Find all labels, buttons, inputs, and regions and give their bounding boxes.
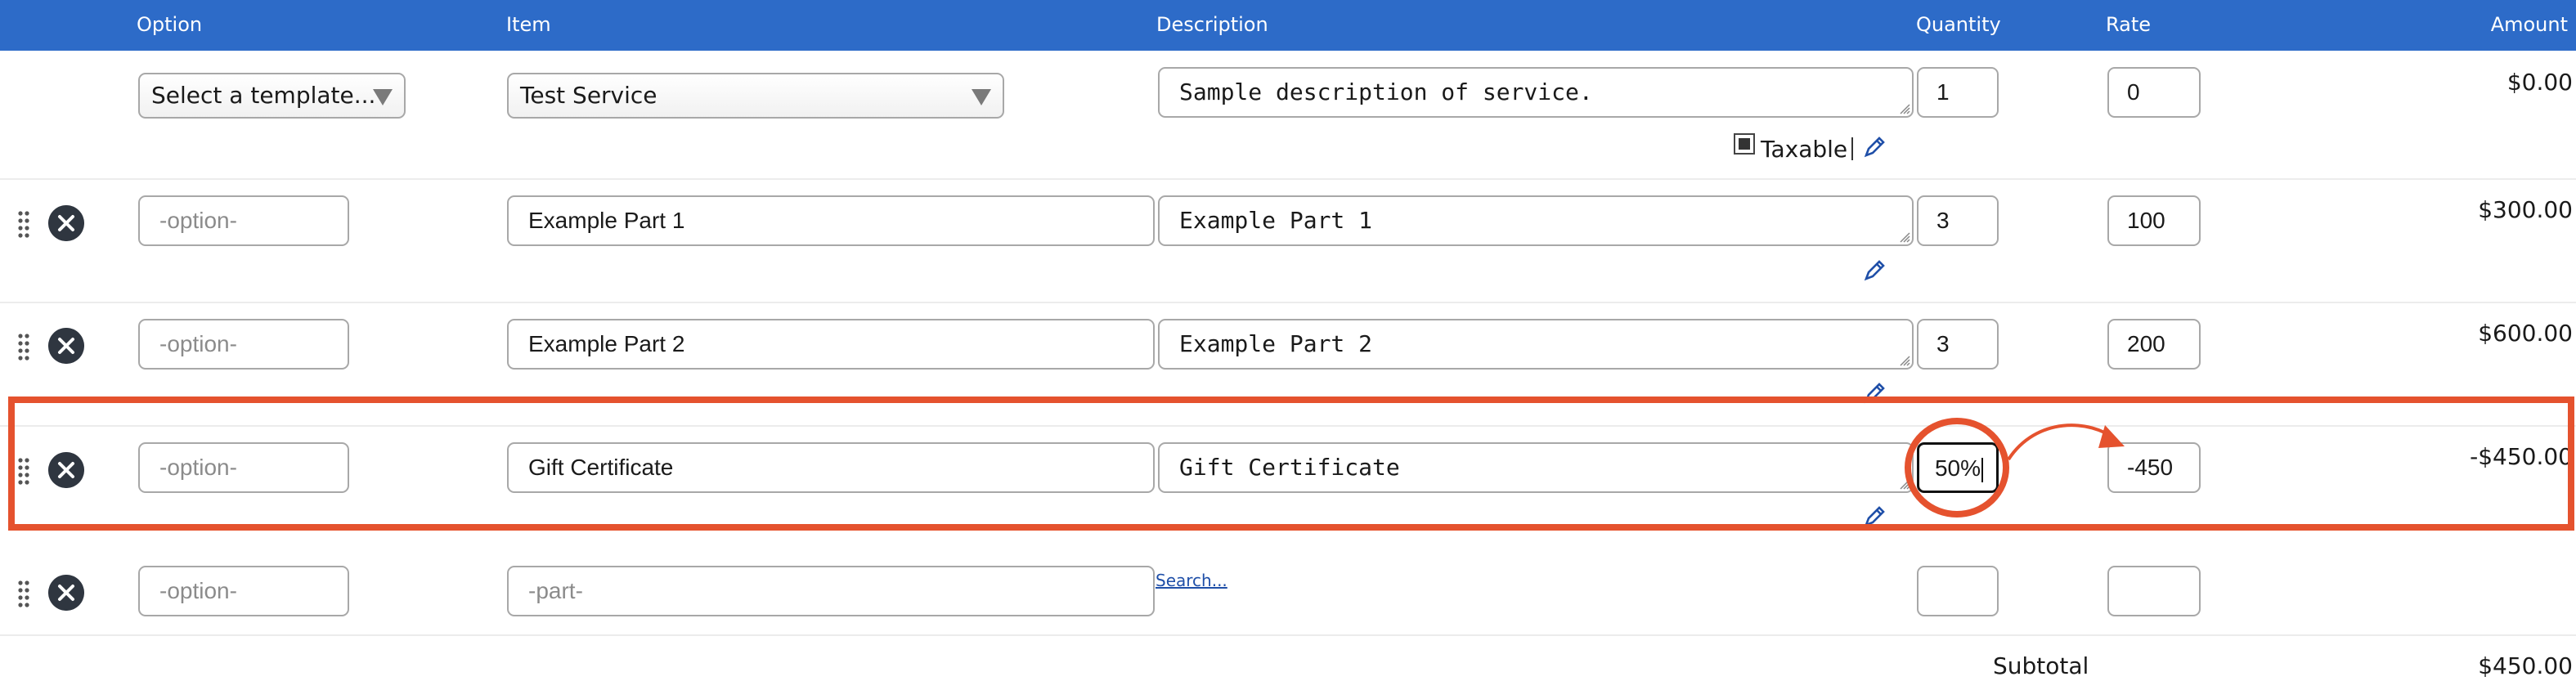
subtotal-value: $450.00: [2478, 652, 2573, 679]
option-placeholder: -option-: [159, 208, 237, 233]
description-value: Example Part 1: [1179, 207, 1373, 234]
resize-handle-icon[interactable]: [1899, 355, 1910, 366]
part-placeholder: -part-: [528, 578, 583, 603]
item-select-value: Test Service: [520, 82, 657, 109]
dropdown-arrow-icon: [373, 89, 393, 105]
header-item: Item: [506, 13, 551, 36]
pencil-edit-icon[interactable]: [1862, 135, 1887, 159]
rate-input[interactable]: 0: [2107, 67, 2201, 118]
option-placeholder: -option-: [159, 331, 237, 356]
quantity-value: 1: [1936, 79, 1950, 105]
amount-value: $600.00: [2478, 320, 2573, 347]
resize-handle-icon[interactable]: [1899, 103, 1910, 114]
remove-row-icon[interactable]: [48, 205, 84, 241]
subtotal-label: Subtotal: [1993, 652, 2089, 679]
quantity-input[interactable]: 3: [1917, 195, 1999, 246]
annotation-highlight-box: [8, 397, 2574, 531]
pencil-edit-icon[interactable]: [1862, 258, 1887, 283]
option-input[interactable]: -option-: [138, 195, 349, 246]
header-option: Option: [137, 13, 203, 36]
rate-input[interactable]: 100: [2107, 195, 2201, 246]
item-select[interactable]: Test Service: [507, 73, 1004, 119]
template-select[interactable]: Select a template...: [138, 73, 406, 119]
rate-value: 200: [2127, 331, 2165, 356]
item-value: Example Part 2: [528, 331, 685, 356]
row-divider: [0, 634, 2576, 636]
taxable-checkbox[interactable]: [1734, 133, 1755, 155]
item-value: Example Part 1: [528, 208, 685, 233]
header-quantity: Quantity: [1916, 13, 2001, 36]
quantity-input[interactable]: 1: [1917, 67, 1999, 118]
quantity-value: 3: [1936, 208, 1950, 233]
description-textarea[interactable]: Sample description of service.: [1158, 67, 1914, 118]
annotation-arrow-icon: [1905, 418, 2125, 518]
quantity-input[interactable]: [1917, 566, 1999, 616]
item-input[interactable]: Example Part 1: [507, 195, 1155, 246]
remove-row-icon[interactable]: [48, 575, 84, 611]
option-input[interactable]: -option-: [138, 566, 349, 616]
divider: [1851, 137, 1853, 160]
description-textarea[interactable]: Example Part 1: [1158, 195, 1914, 246]
option-placeholder: -option-: [159, 578, 237, 603]
option-input[interactable]: -option-: [138, 319, 349, 370]
drag-handle-icon[interactable]: [16, 332, 31, 361]
amount-value: $300.00: [2478, 196, 2573, 223]
drag-handle-icon[interactable]: [16, 579, 31, 608]
taxable-label: Taxable: [1761, 136, 1848, 163]
rate-value: 100: [2127, 208, 2165, 233]
drag-handle-icon[interactable]: [16, 209, 31, 239]
row-divider: [0, 178, 2576, 180]
quantity-input[interactable]: 3: [1917, 319, 1999, 370]
description-value: Example Part 2: [1179, 330, 1373, 357]
template-select-value: Select a template...: [151, 82, 376, 109]
header-amount: Amount: [2490, 13, 2568, 36]
search-link[interactable]: Search...: [1156, 571, 1227, 590]
header-rate: Rate: [2106, 13, 2152, 36]
rate-input[interactable]: [2107, 566, 2201, 616]
header-description: Description: [1156, 13, 1268, 36]
table-header: Option Item Description Quantity Rate Am…: [0, 0, 2576, 51]
rate-value: 0: [2127, 79, 2140, 105]
item-input[interactable]: Example Part 2: [507, 319, 1155, 370]
description-value: Sample description of service.: [1179, 78, 1593, 105]
resize-handle-icon[interactable]: [1899, 231, 1910, 243]
remove-row-icon[interactable]: [48, 328, 84, 364]
row-divider: [0, 302, 2576, 303]
rate-input[interactable]: 200: [2107, 319, 2201, 370]
part-input[interactable]: -part-: [507, 566, 1155, 616]
dropdown-arrow-icon: [972, 89, 991, 105]
amount-value: $0.00: [2506, 69, 2573, 96]
quantity-value: 3: [1936, 331, 1950, 356]
description-textarea[interactable]: Example Part 2: [1158, 319, 1914, 370]
